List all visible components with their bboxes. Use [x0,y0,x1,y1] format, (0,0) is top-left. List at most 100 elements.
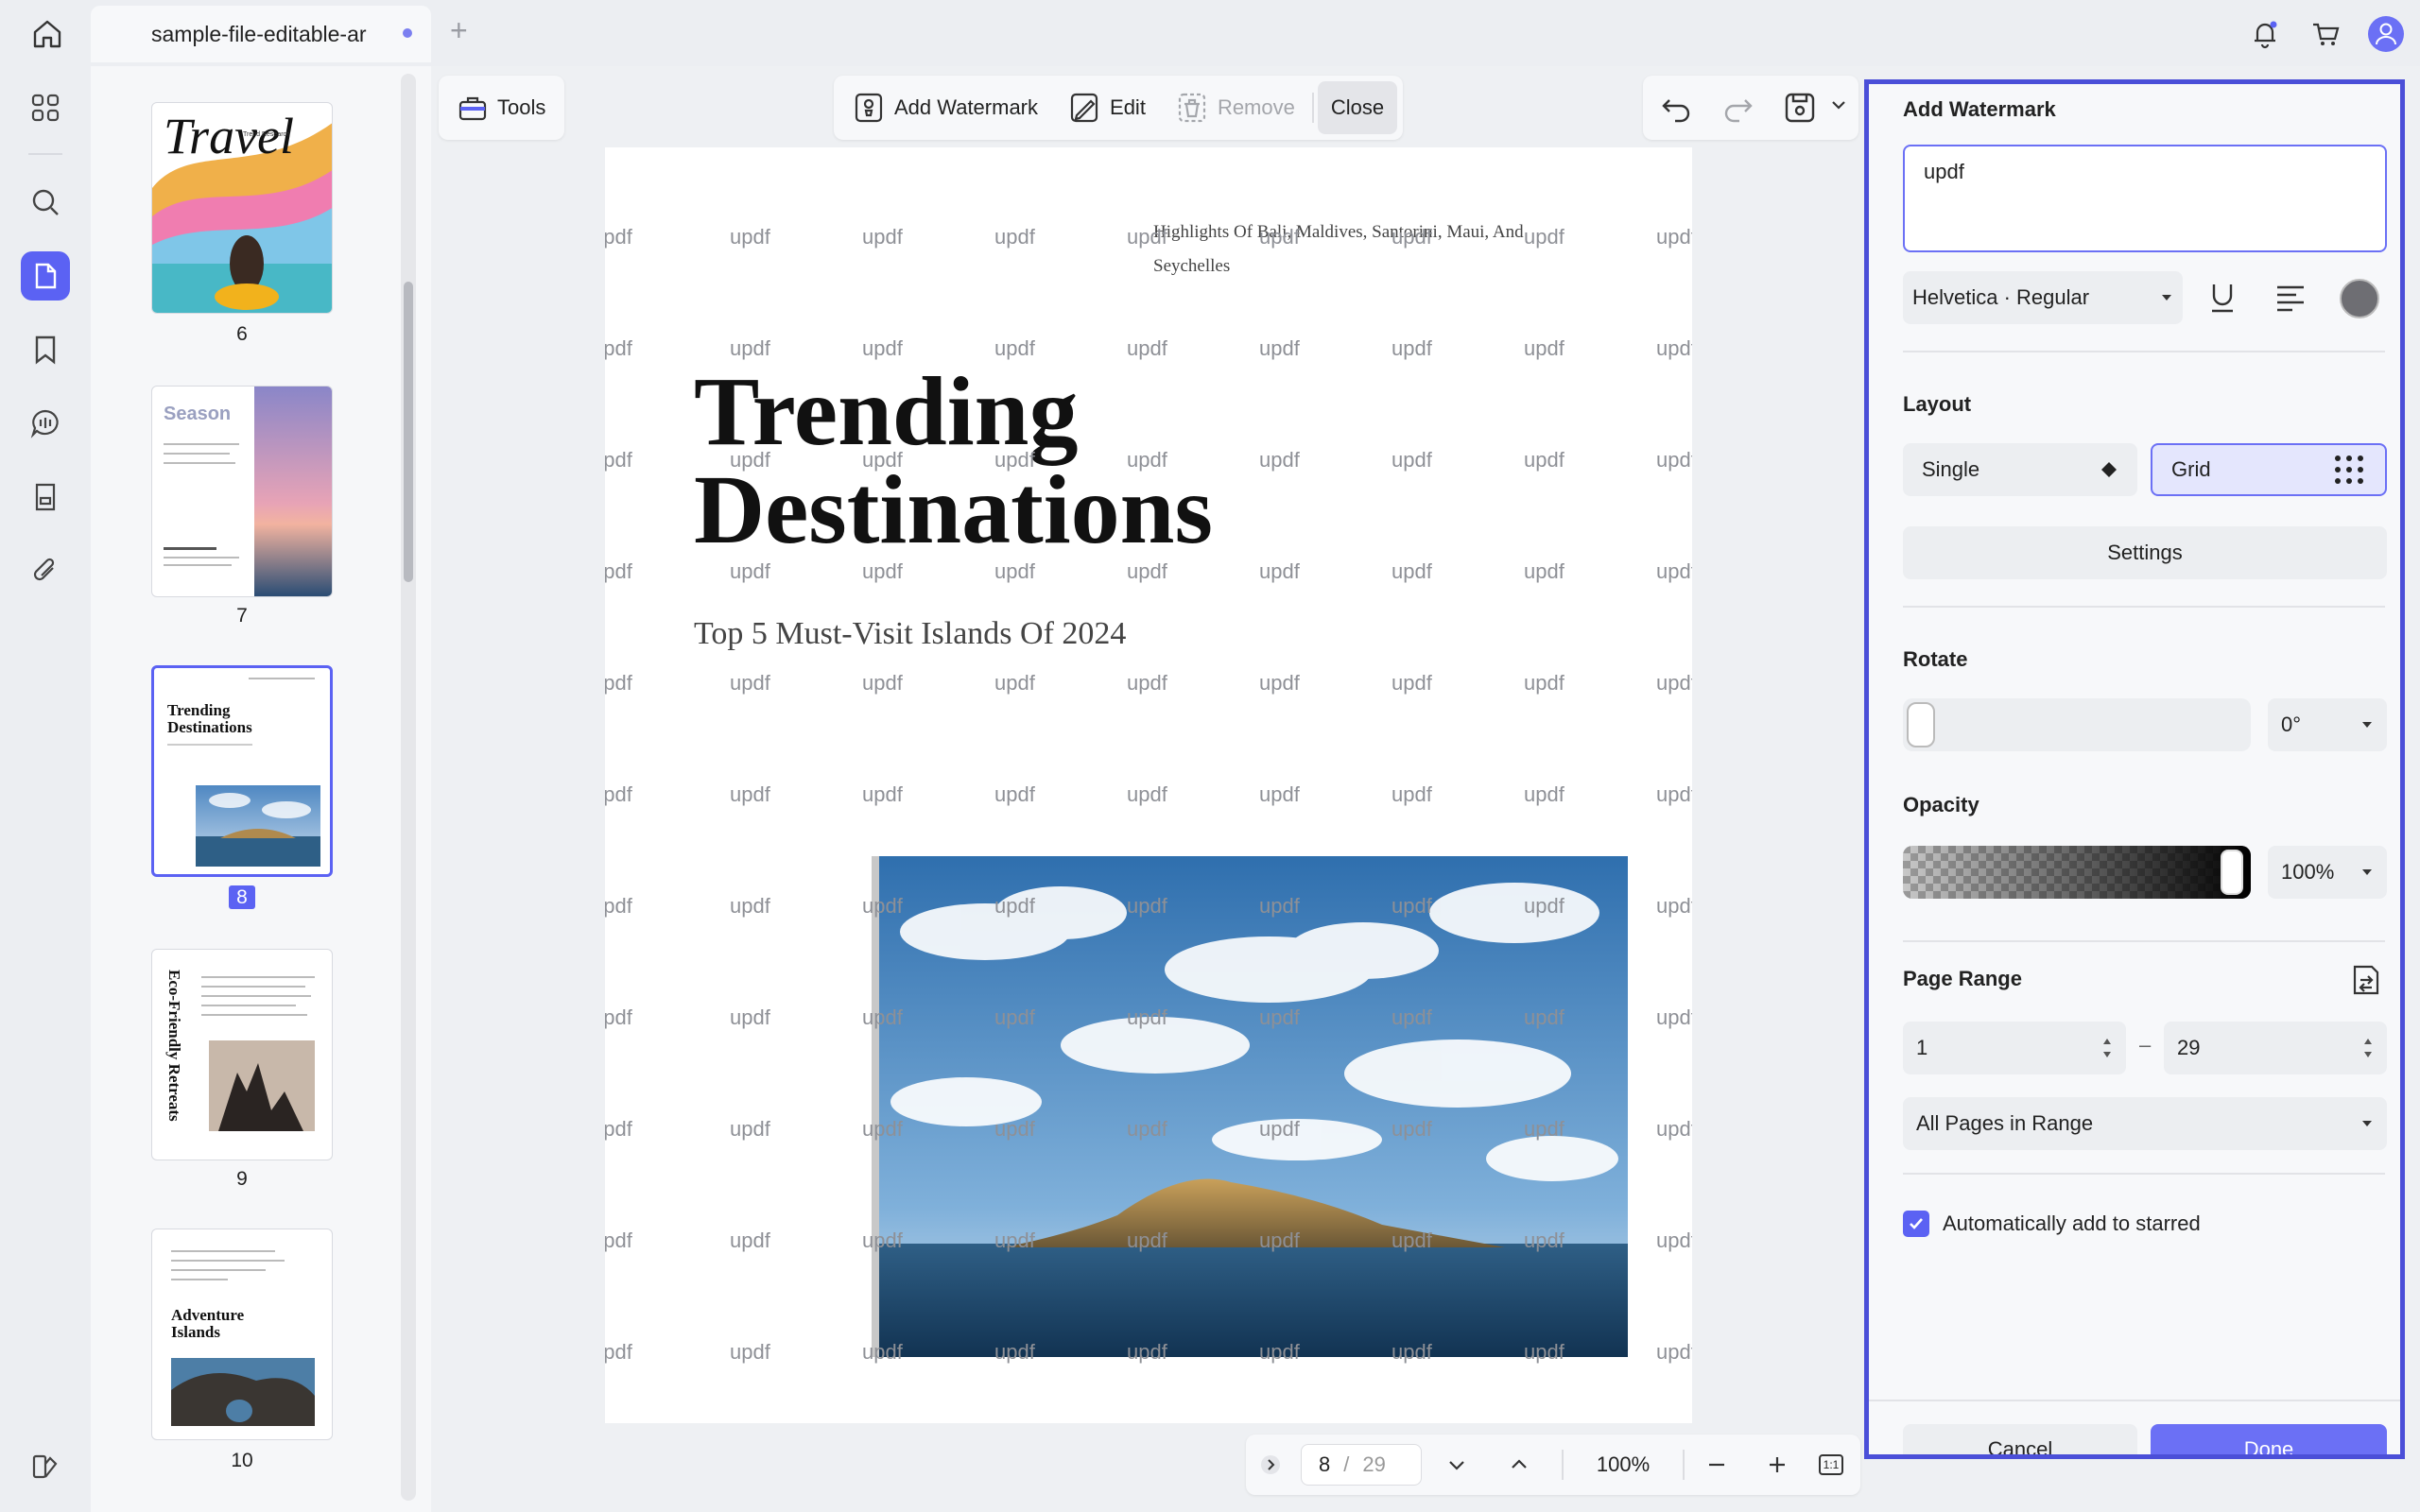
left-icon-rail [0,66,91,1512]
range-mode-select[interactable]: All Pages in Range [1903,1097,2387,1150]
page-number-input[interactable]: 8 / 29 [1301,1444,1422,1486]
page-number-8-badge: 8 [229,885,255,909]
pages-icon[interactable] [21,251,70,301]
range-to-input[interactable]: 29 [2164,1022,2387,1074]
tools-button[interactable]: Tools [444,81,559,134]
cancel-button[interactable]: Cancel [1903,1424,2137,1454]
remove-button[interactable]: Remove [1163,81,1308,134]
expand-chevron-icon[interactable] [1253,1435,1288,1495]
opacity-slider-handle[interactable] [2221,850,2243,895]
page-navigation-bar: 8 / 29 100% 1:1 [1246,1435,1860,1495]
watermark-text: updf [1656,1340,1692,1364]
edit-button[interactable]: Edit [1055,81,1159,134]
page-thumbnail-10[interactable]: Adventure Islands [151,1228,333,1440]
rotate-slider-handle[interactable] [1907,702,1935,747]
layout-single-option[interactable]: Single [1903,443,2137,496]
island-photo [872,856,1628,1357]
underline-icon[interactable] [2202,277,2243,323]
watermark-text: updf [994,1228,1035,1252]
thumbnail-scrollbar-thumb[interactable] [404,282,413,582]
toolbox-icon [458,96,487,121]
opacity-slider[interactable] [1903,846,2251,899]
watermark-text: updf [605,448,632,472]
stepper-arrows-icon[interactable] [2101,1034,2113,1062]
watermark-text: updf [730,894,770,918]
watermark-text: updf [862,225,903,249]
watermark-text: updf [730,448,770,472]
sidebar-toggle-icon[interactable] [21,1442,70,1491]
add-watermark-button[interactable]: Add Watermark [839,81,1051,134]
user-avatar-icon[interactable] [2365,13,2407,55]
rail-divider [28,153,62,155]
range-to-value: 29 [2177,1036,2201,1059]
watermark-text: updf [1127,1005,1167,1029]
watermark-text: updf [994,782,1035,806]
watermark-text: updf [1259,559,1300,583]
page-range-swap-icon[interactable] [2347,961,2385,1004]
watermark-text: updf [1127,1228,1167,1252]
home-icon[interactable] [21,11,74,57]
cart-icon[interactable] [2305,13,2346,55]
attachment-icon[interactable] [21,546,70,595]
tools-pill: Tools [439,76,565,140]
watermark-text: updf [730,1005,770,1029]
watermark-text: updf [605,559,632,583]
auto-star-checkbox[interactable] [1903,1211,1929,1237]
comment-icon[interactable] [21,399,70,448]
next-page-chevron-icon[interactable] [1431,1435,1482,1495]
align-left-icon[interactable] [2270,277,2311,323]
save-options-chevron-icon[interactable] [1828,94,1849,120]
stamp-icon[interactable] [21,472,70,522]
bookmark-icon[interactable] [21,325,70,374]
zoom-in-icon[interactable] [1751,1435,1804,1495]
range-from-input[interactable]: 1 [1903,1022,2126,1074]
font-select[interactable]: Helvetica · Regular [1903,271,2183,324]
document-tab[interactable]: sample-file-editable-ar [91,6,431,62]
undo-icon[interactable] [1658,89,1696,131]
watermark-text: updf [1127,448,1167,472]
page-number-9: 9 [236,1168,248,1190]
notification-bell-icon[interactable] [2244,13,2286,55]
page-thumbnail-9[interactable]: Eco-Friendly Retreats [151,949,333,1160]
pdf-page[interactable]: Highlights Of Bali, Maldives, Santorini,… [605,147,1692,1423]
page-thumbnail-8[interactable]: Trending Destinations [151,665,333,877]
watermark-text: updf [1127,336,1167,360]
opacity-label: Opacity [1903,793,1979,816]
close-button[interactable]: Close [1317,81,1398,134]
watermark-text: updf [1524,1117,1564,1141]
page-number-7: 7 [236,605,248,627]
close-label: Close [1330,95,1385,119]
auto-star-option[interactable]: Automatically add to starred [1903,1211,2201,1237]
settings-button[interactable]: Settings [1903,526,2387,579]
page-thumbnail-6[interactable]: Travel Trend Research [151,102,333,314]
watermark-text-input[interactable]: updf [1903,145,2387,252]
done-button[interactable]: Done [2151,1424,2387,1454]
layout-grid-option[interactable]: Grid [2151,443,2387,496]
page-thumbnail-7[interactable]: Season [151,386,333,597]
zoom-out-icon[interactable] [1690,1435,1743,1495]
apps-grid-icon[interactable] [21,83,70,132]
redo-icon[interactable] [1719,89,1756,131]
actual-size-button[interactable]: 1:1 [1807,1435,1855,1495]
zoom-level[interactable]: 100% [1569,1435,1677,1495]
search-icon[interactable] [21,178,70,227]
stepper-arrows-icon[interactable] [2362,1034,2374,1062]
title-bar: sample-file-editable-ar + [0,0,2420,66]
rotate-select[interactable]: 0° [2268,698,2387,751]
watermark-text: updf [1259,1117,1300,1141]
rotate-label: Rotate [1903,647,1968,671]
watermark-text: updf [605,1228,632,1252]
new-tab-button[interactable]: + [450,13,468,48]
page-number-6: 6 [236,323,248,345]
rotate-slider[interactable] [1903,698,2251,751]
watermark-text: updf [1656,1005,1692,1029]
previous-page-chevron-icon[interactable] [1494,1435,1545,1495]
watermark-text: updf [1656,336,1692,360]
opacity-select[interactable]: 100% [2268,846,2387,899]
text-color-swatch[interactable] [2340,279,2379,318]
save-icon[interactable] [1781,89,1819,131]
watermark-text: updf [1392,894,1432,918]
watermark-text: updf [1259,336,1300,360]
total-pages: 29 [1362,1452,1386,1476]
watermark-panel: Add Watermark updf Helvetica · Regular L… [1864,79,2405,1459]
